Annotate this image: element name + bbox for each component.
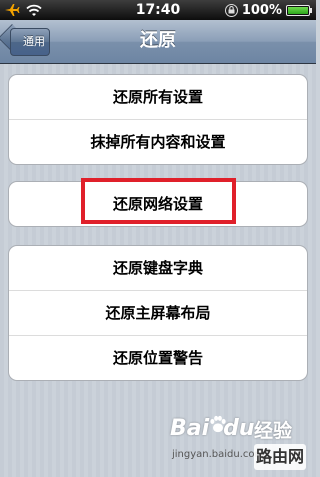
reset-keyboard-dictionary-button[interactable]: 还原键盘字典 — [9, 246, 307, 290]
watermark: Bai du 经验 jingyan.baidu.com 路由网 — [170, 402, 310, 472]
battery-icon — [286, 4, 312, 16]
battery-level — [288, 6, 308, 14]
navigation-bar: 通用 还原 — [0, 20, 316, 64]
watermark-site-logo: 路由网 — [254, 444, 306, 470]
battery-percent: 100% — [241, 2, 282, 18]
back-button[interactable]: 通用 — [10, 28, 50, 56]
reset-location-warnings-button[interactable]: 还原位置警告 — [9, 335, 307, 380]
reset-all-settings-button[interactable]: 还原所有设置 — [9, 75, 307, 119]
erase-all-content-button[interactable]: 抹掉所有内容和设置 — [9, 119, 307, 164]
page-title: 还原 — [140, 30, 176, 51]
reset-group-3: 还原键盘字典 还原主屏幕布局 还原位置警告 — [8, 245, 308, 381]
highlight-box — [81, 178, 236, 224]
orientation-lock-icon — [224, 3, 238, 17]
watermark-url: jingyan.baidu.com — [172, 449, 265, 460]
status-right: 100% — [224, 0, 312, 20]
reset-group-1: 还原所有设置 抹掉所有内容和设置 — [8, 74, 308, 165]
status-bar: 17:40 100% — [0, 0, 316, 20]
watermark-jingyan-text: 经验 — [254, 420, 293, 442]
paw-icon — [210, 415, 226, 433]
reset-home-screen-layout-button[interactable]: 还原主屏幕布局 — [9, 290, 307, 335]
